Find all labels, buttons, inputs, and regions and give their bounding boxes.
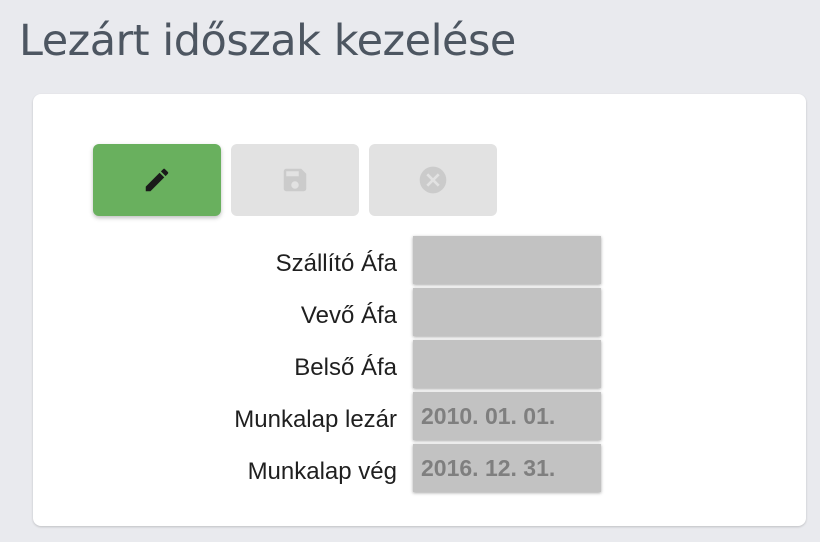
customer-vat-label: Vevő Áfa <box>300 302 397 329</box>
close-circle-icon <box>419 166 447 194</box>
supplier-vat-label: Szállító Áfa <box>275 250 397 277</box>
form-row-internal-vat: Belső Áfa <box>33 340 633 392</box>
save-button[interactable] <box>231 144 359 216</box>
internal-vat-label: Belső Áfa <box>294 354 397 381</box>
floppy-disk-icon <box>283 168 307 192</box>
cancel-button[interactable] <box>369 144 497 216</box>
pencil-icon <box>145 168 169 192</box>
form-row-customer-vat: Vevő Áfa <box>33 288 633 340</box>
page-title: Lezárt időszak kezelése <box>19 16 516 66</box>
form-row-worksheet-close: Munkalap lezár 2010. 01. 01. <box>33 392 633 444</box>
form-row-supplier-vat: Szállító Áfa <box>33 236 633 288</box>
closed-period-card: Szállító Áfa Vevő Áfa Belső Áfa Munkalap… <box>33 94 806 526</box>
worksheet-close-field[interactable]: 2010. 01. 01. <box>413 392 601 440</box>
form-row-worksheet-end: Munkalap vég 2016. 12. 31. <box>33 444 633 496</box>
internal-vat-field[interactable] <box>413 340 601 388</box>
worksheet-close-label: Munkalap lezár <box>234 406 397 433</box>
worksheet-end-field[interactable]: 2016. 12. 31. <box>413 444 601 492</box>
customer-vat-field[interactable] <box>413 288 601 336</box>
worksheet-end-label: Munkalap vég <box>247 458 397 485</box>
supplier-vat-field[interactable] <box>413 236 601 284</box>
edit-button[interactable] <box>93 144 221 216</box>
